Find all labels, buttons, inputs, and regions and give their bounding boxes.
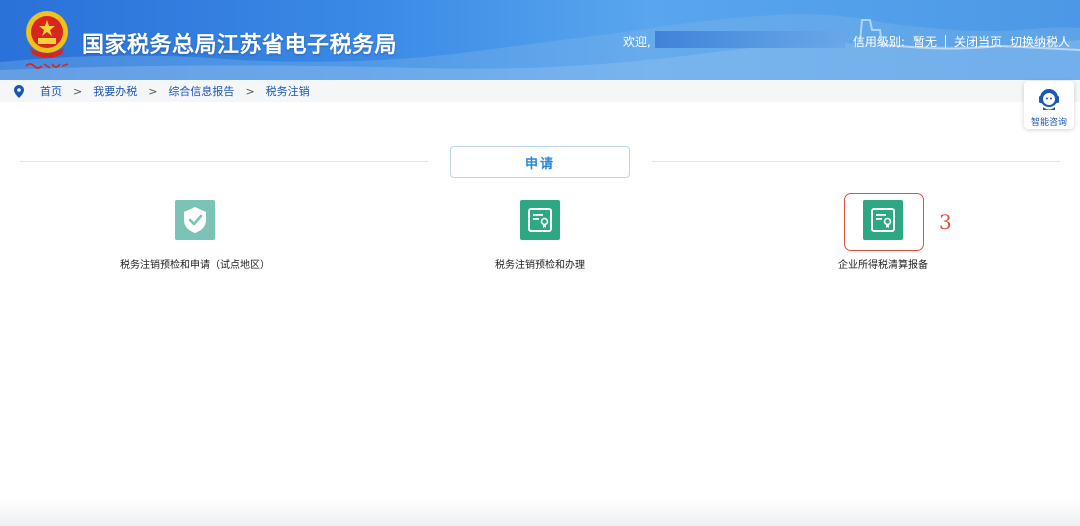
certificate-icon [520,200,560,240]
shield-check-icon [175,200,215,240]
section-divider-right [652,161,1060,162]
service-deregistration-precheck-handle[interactable]: 税务注销预检和办理 [420,200,660,272]
national-emblem-logo [25,11,69,69]
section-divider-left [20,161,428,162]
site-header: 国家税务总局江苏省电子税务局 欢迎, 信用级别: 暂无 关闭当页 切换纳税人 [0,0,1080,80]
credit-level-value: 暂无 [912,35,937,49]
redacted-username [655,31,845,48]
bottom-shadow [0,500,1080,526]
location-pin-icon [14,84,24,98]
breadcrumb-home[interactable]: 首页 [40,83,62,99]
headset-agent-icon [1039,89,1059,110]
service-label: 企业所得税清算报备 [838,260,928,271]
breadcrumb-info-report[interactable]: 综合信息报告 [168,83,234,99]
breadcrumb-separator: > [245,84,255,98]
service-label: 税务注销预检和申请（试点地区） [120,260,270,271]
breadcrumb-tax-handling[interactable]: 我要办税 [93,83,137,99]
user-links: 信用级别: 暂无 关闭当页 切换纳税人 [853,33,1070,50]
section-title-apply[interactable]: 申请 [450,146,630,178]
credit-level-label: 信用级别: [852,35,905,49]
breadcrumb-tax-deregistration: 税务注销 [265,85,310,98]
annotation-highlight-box [844,193,924,251]
welcome-text: 欢迎, [623,35,651,49]
breadcrumb: 首页 > 我要办税 > 综合信息报告 > 税务注销 [0,80,1080,102]
close-page-link[interactable]: 关闭当页 [954,33,1002,50]
annotation-step-number: 3 [939,210,952,234]
breadcrumb-separator: > [73,84,83,98]
service-label: 税务注销预检和办理 [495,260,585,271]
switch-taxpayer-link[interactable]: 切换纳税人 [1010,33,1070,50]
smart-consult-label: 智能咨询 [1030,118,1067,128]
smart-consult-button[interactable]: 智能咨询 [1024,81,1074,129]
service-deregistration-precheck-apply[interactable]: 税务注销预检和申请（试点地区） [75,200,315,272]
breadcrumb-separator: > [148,84,158,98]
site-title: 国家税务总局江苏省电子税务局 [82,33,398,58]
divider [944,35,946,48]
